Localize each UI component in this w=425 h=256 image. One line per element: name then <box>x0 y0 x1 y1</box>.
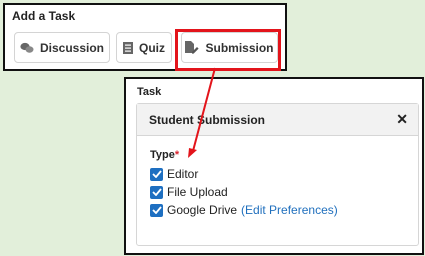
discussion-label: Discussion <box>39 40 105 55</box>
chat-bubbles-icon <box>20 42 34 54</box>
submission-highlight <box>175 29 281 71</box>
checkbox-google-drive[interactable] <box>150 203 163 217</box>
task-panel: Task Student Submission ✕ Type* Editor F… <box>124 77 424 255</box>
close-icon[interactable]: ✕ <box>396 111 408 128</box>
option-google-drive[interactable]: Google Drive (Edit Preferences) <box>150 203 338 217</box>
checkbox-file-upload[interactable] <box>150 185 163 199</box>
card-title: Student Submission <box>149 113 266 127</box>
option-editor-label: Editor <box>167 167 199 181</box>
option-editor[interactable]: Editor <box>150 167 198 181</box>
required-mark: * <box>174 149 180 161</box>
option-file-upload-label: File Upload <box>167 185 228 199</box>
discussion-tab-button[interactable]: Discussion <box>14 32 110 63</box>
add-task-panel: Add a Task Discussion Quiz Submission <box>3 3 287 71</box>
quiz-label: Quiz <box>139 40 165 55</box>
type-label-text: Type <box>150 149 175 161</box>
checkbox-editor[interactable] <box>150 167 163 181</box>
quiz-tab-button[interactable]: Quiz <box>116 32 172 63</box>
task-title: Task <box>137 86 162 98</box>
option-file-upload[interactable]: File Upload <box>150 185 228 199</box>
option-google-drive-label: Google Drive <box>167 203 238 217</box>
student-submission-card: Student Submission ✕ Type* Editor File U… <box>136 103 419 246</box>
edit-preferences-link[interactable]: (Edit Preferences) <box>241 203 338 217</box>
type-label: Type* <box>150 149 179 161</box>
card-header: Student Submission ✕ <box>137 104 418 136</box>
list-icon <box>123 41 133 54</box>
add-task-title: Add a Task <box>12 9 76 23</box>
